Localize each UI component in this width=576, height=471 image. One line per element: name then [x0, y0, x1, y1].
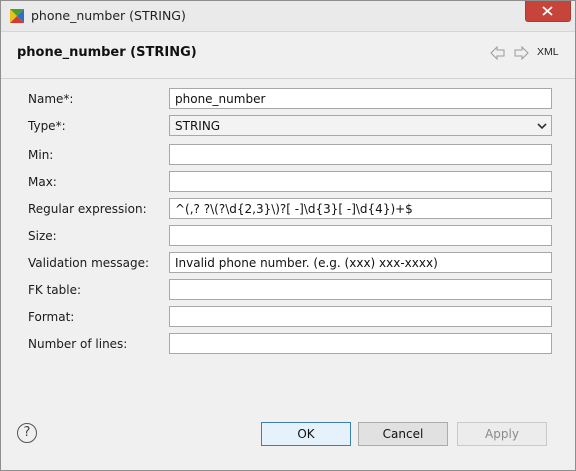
regex-label: Regular expression: — [28, 202, 147, 216]
size-label: Size: — [28, 229, 57, 243]
form-row-min: Min: — [1, 144, 575, 166]
max-field[interactable] — [169, 171, 552, 192]
arrow-right-icon — [514, 45, 529, 61]
name-field[interactable]: phone_number — [169, 88, 552, 109]
number-of-lines-field[interactable] — [169, 333, 552, 354]
type-select[interactable]: STRING — [169, 115, 552, 136]
apply-button[interactable]: Apply — [457, 422, 547, 446]
type-label: Type*: — [28, 119, 66, 133]
regex-field[interactable]: ^(,? ?\(?\d{2,3}\)?[ -]\d{3}[ -]\d{4})+$ — [169, 198, 552, 219]
form-row-format: Format: — [1, 306, 575, 328]
dialog-window: phone_number (STRING) phone_number (STRI… — [0, 0, 576, 471]
name-label: Name*: — [28, 92, 74, 106]
form-row-type: Type*: STRING — [1, 115, 575, 137]
title-bar[interactable]: phone_number (STRING) — [1, 1, 575, 32]
format-label: Format: — [28, 310, 75, 324]
form-row-max: Max: — [1, 171, 575, 193]
close-button[interactable] — [525, 1, 571, 22]
arrow-left-icon — [490, 45, 505, 61]
form-row-fk-table: FK table: — [1, 279, 575, 301]
validation-message-label: Validation message: — [28, 256, 150, 270]
back-button[interactable] — [490, 45, 506, 63]
cancel-button[interactable]: Cancel — [358, 422, 448, 446]
form-row-size: Size: — [1, 225, 575, 247]
form-row-name: Name*: phone_number — [1, 88, 575, 110]
min-field[interactable] — [169, 144, 552, 165]
xml-link[interactable]: XML — [537, 46, 559, 58]
max-label: Max: — [28, 175, 57, 189]
chevron-down-icon — [537, 120, 547, 134]
format-field[interactable] — [169, 306, 552, 327]
ok-button[interactable]: OK — [261, 422, 351, 446]
type-select-value: STRING — [175, 119, 221, 133]
close-icon — [542, 6, 553, 16]
fk-table-field[interactable] — [169, 279, 552, 300]
size-field[interactable] — [169, 225, 552, 246]
validation-message-field[interactable]: Invalid phone number. (e.g. (xxx) xxx-xx… — [169, 252, 552, 273]
form-row-validation: Validation message: Invalid phone number… — [1, 252, 575, 274]
form-row-regex: Regular expression: ^(,? ?\(?\d{2,3}\)?[… — [1, 198, 575, 220]
form-row-lines: Number of lines: — [1, 333, 575, 355]
app-logo-icon — [9, 8, 25, 24]
number-of-lines-label: Number of lines: — [28, 337, 128, 351]
page-title: phone_number (STRING) — [17, 45, 197, 60]
min-label: Min: — [28, 148, 54, 162]
fk-table-label: FK table: — [28, 283, 82, 297]
dialog-header: phone_number (STRING) XML — [1, 32, 575, 79]
help-button[interactable]: ? — [17, 423, 37, 443]
help-icon: ? — [23, 425, 31, 440]
window-title: phone_number (STRING) — [31, 8, 186, 23]
forward-button[interactable] — [513, 45, 529, 63]
